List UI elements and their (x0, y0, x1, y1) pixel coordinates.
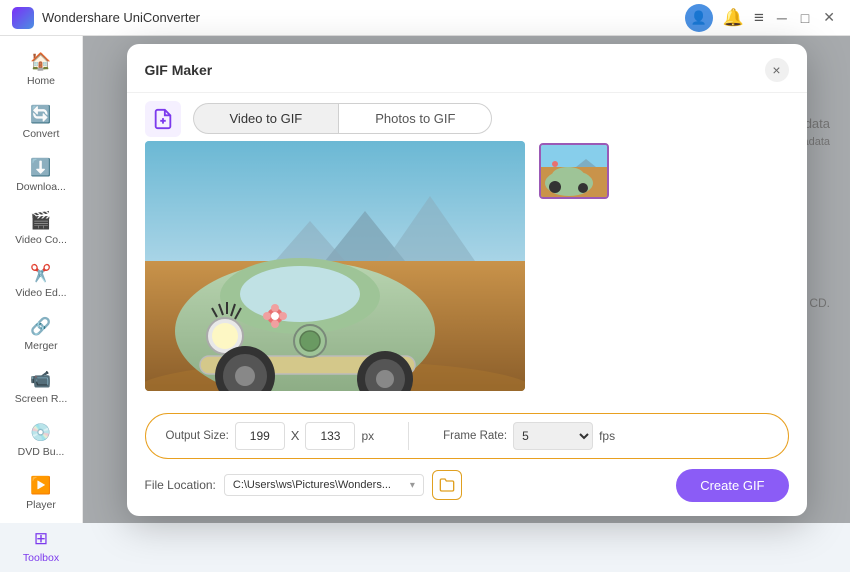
download-icon: ⬇️ (30, 158, 51, 178)
sidebar-label-merger: Merger (24, 340, 57, 352)
main-content: data nstadata CD. GIF Maker × (83, 36, 850, 523)
dialog-title: GIF Maker (145, 62, 213, 78)
thumbnail-panel (539, 141, 609, 391)
sidebar-label-home: Home (27, 75, 55, 87)
sidebar-item-convert[interactable]: 🔄 Convert (0, 97, 82, 148)
file-location-path: C:\Users\ws\Pictures\Wonders... ▾ (224, 474, 424, 496)
maximize-button[interactable]: □ (798, 10, 812, 26)
add-file-icon (152, 108, 174, 130)
file-location-label: File Location: (145, 478, 216, 492)
window-controls: ─ □ ✕ (774, 9, 838, 26)
tab-photos-to-gif[interactable]: Photos to GIF (338, 103, 492, 134)
sidebar-label-toolbox: Toolbox (23, 552, 59, 564)
sidebar-label-player: Player (26, 499, 56, 511)
sidebar-item-video-compress[interactable]: 🎬 Video Co... (0, 203, 82, 254)
file-location-row: File Location: C:\Users\ws\Pictures\Wond… (127, 469, 807, 516)
sidebar-label-video-compress: Video Co... (15, 234, 67, 246)
sidebar: 🏠 Home 🔄 Convert ⬇️ Downloa... 🎬 Video C… (0, 36, 83, 523)
sidebar-label-dvd-burn: DVD Bu... (18, 446, 65, 458)
top-right-icons: 👤 🔔 ≡ ─ □ ✕ (685, 4, 838, 32)
app-logo (12, 7, 34, 29)
dialog-header: GIF Maker × (127, 44, 807, 93)
home-icon: 🏠 (30, 52, 51, 72)
browse-folder-button[interactable] (432, 470, 462, 500)
convert-icon: 🔄 (30, 105, 51, 125)
titlebar-left: Wondershare UniConverter (12, 7, 200, 29)
height-input[interactable] (305, 422, 355, 450)
video-compress-icon: 🎬 (30, 211, 51, 231)
dialog-body (127, 141, 807, 405)
px-unit: px (361, 429, 374, 443)
add-media-button[interactable] (145, 101, 181, 137)
notification-icon[interactable]: 🔔 (723, 8, 744, 28)
sidebar-item-toolbox[interactable]: ⊞ Toolbox (0, 521, 82, 572)
dvd-burn-icon: 💿 (30, 423, 51, 443)
file-location-left: File Location: C:\Users\ws\Pictures\Wond… (145, 470, 462, 500)
titlebar: Wondershare UniConverter 👤 🔔 ≡ ─ □ ✕ (0, 0, 850, 36)
frame-rate-group: Frame Rate: 5 10 15 24 30 fps (443, 422, 615, 450)
dialog-close-button[interactable]: × (765, 58, 789, 82)
sidebar-label-convert: Convert (23, 128, 60, 140)
thumbnail-image (541, 145, 609, 199)
output-size-group: Output Size: X px (166, 422, 375, 450)
sidebar-label-video-edit: Video Ed... (15, 287, 66, 299)
sidebar-item-home[interactable]: 🏠 Home (0, 44, 82, 95)
main-layout: 🏠 Home 🔄 Convert ⬇️ Downloa... 🎬 Video C… (0, 36, 850, 523)
screen-record-icon: 📹 (30, 370, 51, 390)
merger-icon: 🔗 (30, 317, 51, 337)
menu-icon[interactable]: ≡ (754, 8, 764, 28)
frame-rate-select[interactable]: 5 10 15 24 30 (513, 422, 593, 450)
fps-unit: fps (599, 429, 615, 443)
tab-row: Video to GIF Photos to GIF (193, 103, 493, 134)
minimize-button[interactable]: ─ (774, 10, 790, 26)
output-size-label: Output Size: (166, 430, 229, 442)
sidebar-item-download[interactable]: ⬇️ Downloa... (0, 150, 82, 201)
sidebar-label-download: Downloa... (16, 181, 66, 193)
folder-icon (439, 477, 455, 493)
dialog-overlay: GIF Maker × Video t (83, 36, 850, 523)
sidebar-label-screen-record: Screen R... (15, 393, 68, 405)
settings-row: Output Size: X px Frame Rate: 5 10 15 (145, 413, 789, 459)
user-avatar-icon[interactable]: 👤 (685, 4, 713, 32)
path-dropdown-icon[interactable]: ▾ (410, 480, 415, 491)
preview-image (145, 141, 525, 391)
toolbox-icon: ⊞ (34, 529, 48, 549)
create-gif-button[interactable]: Create GIF (676, 469, 788, 502)
gif-maker-dialog: GIF Maker × Video t (127, 44, 807, 516)
sidebar-item-player[interactable]: ▶️ Player (0, 468, 82, 519)
app-title: Wondershare UniConverter (42, 10, 200, 25)
sidebar-item-screen-record[interactable]: 📹 Screen R... (0, 362, 82, 413)
settings-separator (408, 422, 409, 450)
file-path-text: C:\Users\ws\Pictures\Wonders... (233, 479, 391, 491)
main-preview (145, 141, 525, 391)
close-button[interactable]: ✕ (820, 9, 838, 26)
thumbnail-item[interactable] (539, 143, 609, 199)
add-media-row: Video to GIF Photos to GIF (127, 93, 807, 141)
sidebar-item-dvd-burn[interactable]: 💿 DVD Bu... (0, 415, 82, 466)
video-edit-icon: ✂️ (30, 264, 51, 284)
width-input[interactable] (235, 422, 285, 450)
tab-video-to-gif[interactable]: Video to GIF (193, 103, 339, 134)
x-separator: X (291, 428, 300, 443)
sidebar-item-merger[interactable]: 🔗 Merger (0, 309, 82, 360)
sidebar-item-video-edit[interactable]: ✂️ Video Ed... (0, 256, 82, 307)
player-icon: ▶️ (30, 476, 51, 496)
frame-rate-label: Frame Rate: (443, 430, 507, 442)
